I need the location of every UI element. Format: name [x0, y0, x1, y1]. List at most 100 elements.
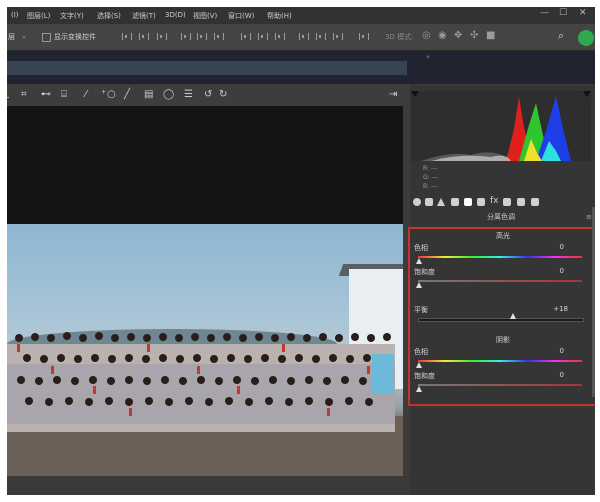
histogram — [411, 91, 591, 161]
chevron-down-icon[interactable]: ⌄ — [21, 32, 27, 40]
r-readout: R: --- — [423, 165, 438, 172]
adjustment-brush-icon[interactable]: ╱ — [124, 89, 130, 101]
close-button[interactable]: ✕ — [579, 8, 587, 18]
highlights-saturation-value[interactable]: 0 — [544, 267, 564, 275]
menu-item-window[interactable]: 窗口(W) — [228, 11, 254, 21]
panel-collapse-icon[interactable]: » — [426, 53, 430, 61]
shadows-saturation-slider[interactable] — [418, 384, 582, 386]
preferences-icon[interactable]: ☰ — [184, 89, 193, 101]
tab-presets-icon[interactable] — [517, 198, 525, 206]
balance-label: 平衡 — [414, 306, 428, 314]
hand-tool-icon[interactable]: ⌞ — [7, 89, 10, 101]
menu-item-3d[interactable]: 3D(D) — [165, 11, 186, 19]
shadows-hue-thumb[interactable] — [416, 362, 422, 368]
tab-tone-curve-icon[interactable] — [425, 198, 433, 206]
show-transform-label: 显示变换控件 — [54, 33, 96, 41]
menu-item-filter[interactable]: 滤镜(T) — [132, 11, 156, 21]
histogram-graph — [421, 96, 571, 161]
b-readout: B: --- — [423, 183, 438, 190]
g-readout: G: --- — [423, 174, 439, 181]
tab-detail-icon[interactable] — [437, 198, 445, 206]
highlights-saturation-slider[interactable] — [418, 280, 582, 282]
tab-camera-calibration-icon[interactable] — [503, 198, 511, 206]
highlights-saturation-thumb[interactable] — [416, 282, 422, 288]
graduated-filter-icon[interactable]: ▤ — [144, 89, 153, 101]
toggle-fullscreen-icon[interactable]: ⇥ — [389, 89, 397, 101]
3d-orbit-icon[interactable]: ◎ — [422, 30, 431, 41]
panel-menu-icon[interactable]: ≡ — [586, 213, 592, 221]
shadows-hue-slider[interactable] — [418, 360, 582, 362]
shadows-saturation-thumb[interactable] — [416, 386, 422, 392]
menu-item-select[interactable]: 选择(S) — [97, 11, 121, 21]
highlights-saturation-label: 饱和度 — [414, 268, 435, 276]
menu-item-layer[interactable]: 图层(L) — [27, 11, 50, 21]
menu-item-type[interactable]: 文字(Y) — [60, 11, 84, 21]
align-hcenter-icon[interactable] — [197, 33, 207, 40]
align-right-icon[interactable] — [214, 33, 224, 40]
3d-roll-icon[interactable]: ◉ — [438, 30, 447, 41]
3d-drag-icon[interactable]: ✥ — [454, 30, 462, 41]
minimize-button[interactable]: — — [540, 8, 549, 18]
distribute-right-icon[interactable] — [333, 33, 343, 40]
align-left-icon[interactable] — [181, 33, 191, 40]
tab-hsl-icon[interactable] — [451, 198, 459, 206]
tab-basic-icon[interactable] — [413, 198, 421, 206]
rgb-readout: R: --- G: --- B: --- — [411, 165, 591, 195]
shadows-hue-label: 色相 — [414, 348, 428, 356]
distribute-bottom-icon[interactable] — [275, 33, 285, 40]
show-transform-checkbox[interactable] — [42, 33, 51, 42]
balance-thumb[interactable] — [510, 313, 516, 319]
menu-item-image[interactable]: (I) — [11, 11, 19, 19]
highlights-title: 高光 — [496, 232, 510, 240]
distribute-hcenter-icon[interactable] — [316, 33, 326, 40]
rotate-cw-icon[interactable]: ↻ — [219, 89, 227, 101]
camera-raw-toolbar: ⌞ ⌗ ⊷ ⌸ ⁄ ⁺ ○ ╱ ▤ ◯ ☰ ↺ ↻ ⇥ — [7, 85, 410, 106]
highlights-hue-thumb[interactable] — [416, 258, 422, 264]
align-bottom-icon[interactable] — [157, 33, 167, 40]
distribute-top-icon[interactable] — [241, 33, 251, 40]
distribute-vcenter-icon[interactable] — [258, 33, 268, 40]
maximize-button[interactable]: ☐ — [559, 8, 567, 18]
spot-circle-icon[interactable]: ○ — [107, 89, 116, 101]
menu-item-view[interactable]: 视图(V) — [193, 11, 217, 21]
balance-slider[interactable] — [418, 318, 584, 322]
tab-fx-icon[interactable]: fx — [490, 196, 499, 206]
align-vcenter-icon[interactable] — [139, 33, 149, 40]
shadows-hue-value[interactable]: 0 — [544, 347, 564, 355]
3d-mode-label: 3D 模式: — [385, 33, 414, 41]
rotate-ccw-icon[interactable]: ↺ — [204, 89, 212, 101]
color-sampler-icon[interactable]: ⊷ — [41, 89, 51, 101]
search-icon[interactable]: ⌕ — [558, 29, 564, 43]
balance-value[interactable]: +18 — [548, 305, 568, 313]
highlights-hue-value[interactable]: 0 — [544, 243, 564, 251]
menu-item-help[interactable]: 帮助(H) — [267, 11, 292, 21]
photo-crowd — [7, 332, 395, 432]
panel-scrollbar[interactable] — [592, 207, 595, 397]
section-title: 分离色调 — [487, 213, 515, 221]
tab-snapshots-icon[interactable] — [531, 198, 539, 206]
auto-select-dropdown[interactable]: 层 — [8, 32, 15, 42]
auto-align-icon[interactable] — [359, 33, 369, 40]
panel-tabs: fx — [411, 196, 591, 209]
split-toning-highlight-box: 高光 色相 0 饱和度 0 平衡 +18 阴影 色相 0 饱和度 0 — [408, 227, 595, 406]
workspace-share-icon[interactable] — [578, 30, 594, 46]
spot-removal-icon[interactable]: ⁺ — [101, 89, 106, 101]
radial-filter-icon[interactable]: ◯ — [163, 89, 174, 101]
highlights-hue-slider[interactable] — [418, 256, 582, 258]
options-bar: 层 ⌄ 显示变换控件 3D 模式: ◎ ◉ ✥ ✣ ■ ⌕ — [7, 24, 595, 51]
redeye-tool-icon[interactable]: ⁄ — [85, 89, 87, 101]
distribute-left-icon[interactable] — [299, 33, 309, 40]
tab-split-toning-icon[interactable] — [464, 198, 472, 206]
canvas-footer — [7, 476, 410, 495]
crop-tool-icon[interactable]: ⌗ — [21, 89, 27, 101]
tab-lens-icon[interactable] — [477, 198, 485, 206]
photoshop-window: (I) 图层(L) 文字(Y) 选择(S) 滤镜(T) 3D(D) 视图(V) … — [7, 7, 595, 495]
straighten-tool-icon[interactable]: ⌸ — [61, 89, 67, 101]
3d-slide-icon[interactable]: ✣ — [470, 30, 478, 41]
align-top-icon[interactable] — [122, 33, 132, 40]
shadows-saturation-label: 饱和度 — [414, 372, 435, 380]
3d-camera-icon[interactable]: ■ — [486, 30, 495, 41]
shadows-saturation-value[interactable]: 0 — [544, 371, 564, 379]
group-photo-image — [7, 224, 403, 476]
menu-bar: (I) 图层(L) 文字(Y) 选择(S) 滤镜(T) 3D(D) 视图(V) … — [7, 7, 595, 24]
